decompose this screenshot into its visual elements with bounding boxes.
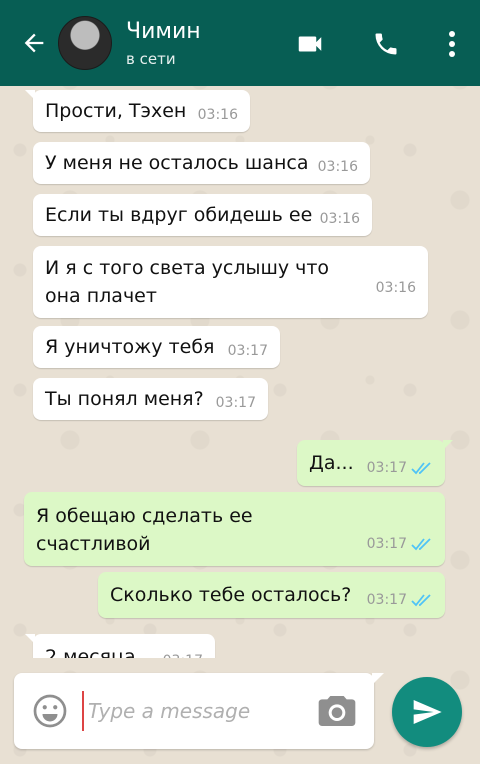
camera-button[interactable] bbox=[316, 693, 358, 729]
send-button[interactable] bbox=[392, 677, 462, 747]
chat-screen: Чимин в сети Прости, Тэхен 03:16 У меня … bbox=[0, 0, 480, 764]
message-time: 03:17 bbox=[163, 647, 203, 658]
message-bubble[interactable]: Да... 03:17 bbox=[297, 440, 453, 486]
contact-status: в сети bbox=[126, 50, 176, 68]
message-bubble[interactable]: Ты понял меня? 03:17 bbox=[33, 378, 268, 420]
message-time: 03:16 bbox=[197, 107, 238, 123]
message-list[interactable]: Прости, Тэхен 03:16 У меня не осталось ш… bbox=[0, 86, 480, 658]
message-time: 03:16 bbox=[319, 211, 360, 227]
send-icon bbox=[413, 700, 442, 724]
voice-call-button[interactable] bbox=[366, 24, 406, 64]
message-bubble[interactable]: И я с того света услышу что она плачет 0… bbox=[33, 246, 428, 318]
video-call-icon bbox=[298, 36, 322, 52]
header-actions bbox=[290, 24, 462, 64]
message-time: 03:17 bbox=[366, 592, 407, 608]
emoji-icon bbox=[33, 694, 67, 728]
double-check-icon bbox=[411, 462, 431, 475]
camera-icon bbox=[318, 696, 356, 726]
message-bubble[interactable]: Если ты вдруг обидешь ее 03:16 bbox=[33, 194, 372, 236]
message-time: 03:17 bbox=[227, 343, 268, 359]
message-text: И я с того света услышу что она плачет bbox=[45, 257, 330, 307]
message-bubble[interactable]: Я обещаю сделать ее счастливой 03:17 bbox=[24, 492, 445, 566]
message-time: 03:17 bbox=[215, 395, 256, 411]
chat-header: Чимин в сети bbox=[0, 0, 480, 86]
video-call-button[interactable] bbox=[290, 24, 330, 64]
message-time: 03:16 bbox=[375, 280, 416, 296]
message-bubble[interactable]: Я уничтожу тебя 03:17 bbox=[33, 326, 280, 368]
contact-info[interactable]: Чимин в сети bbox=[126, 18, 201, 68]
message-bubble[interactable]: Сколько тебе осталось? 03:17 bbox=[98, 572, 445, 618]
arrow-back-icon bbox=[24, 33, 44, 53]
message-text: Я обещаю сделать ее счастливой bbox=[36, 505, 253, 555]
more-vert-icon bbox=[449, 31, 455, 57]
emoji-button[interactable] bbox=[32, 693, 68, 729]
message-bubble[interactable]: У меня не осталось шанса 03:16 bbox=[33, 142, 370, 184]
message-text: Если ты вдруг обидешь ее bbox=[45, 204, 313, 226]
message-input[interactable] bbox=[82, 691, 302, 731]
message-time: 03:17 bbox=[366, 536, 407, 552]
message-time: 03:16 bbox=[317, 159, 358, 175]
phone-icon bbox=[375, 33, 397, 55]
double-check-icon bbox=[411, 594, 431, 607]
contact-name: Чимин bbox=[126, 19, 201, 44]
avatar[interactable] bbox=[58, 16, 112, 70]
message-time: 03:17 bbox=[366, 460, 407, 476]
message-bubble[interactable]: 2 месяца 03:17 bbox=[25, 634, 215, 658]
double-check-icon bbox=[411, 538, 431, 551]
message-text: У меня не осталось шанса bbox=[45, 152, 309, 174]
back-button[interactable] bbox=[14, 23, 54, 63]
menu-button[interactable] bbox=[442, 24, 462, 64]
composer bbox=[14, 673, 384, 749]
message-bubble[interactable]: Прости, Тэхен 03:16 bbox=[25, 90, 250, 132]
